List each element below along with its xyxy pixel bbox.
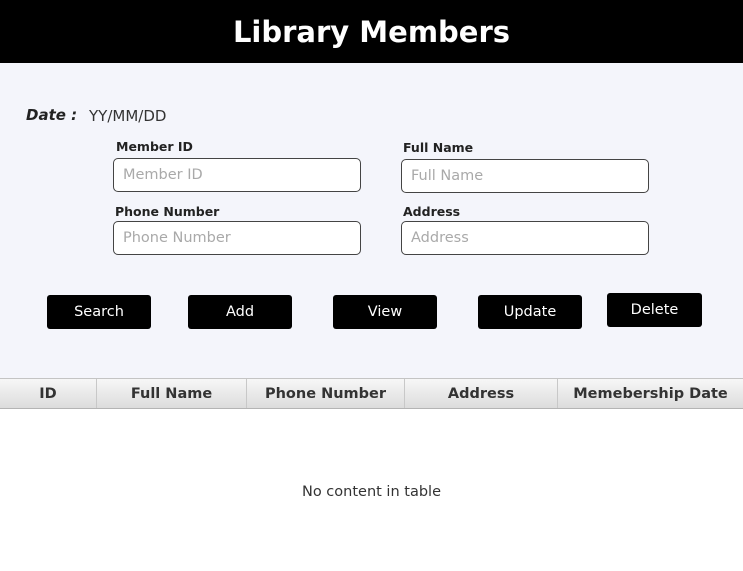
column-header-membership-date[interactable]: Memebership Date [558, 379, 743, 408]
empty-table-message: No content in table [301, 484, 441, 500]
app-header: Library Members [0, 0, 743, 63]
full-name-input[interactable] [401, 159, 649, 193]
column-header-address[interactable]: Address [405, 379, 558, 408]
column-header-phone-number[interactable]: Phone Number [247, 379, 405, 408]
date-label: Date : [26, 106, 78, 124]
member-form: Date : YY/MM/DD Member ID Full Name Phon… [0, 63, 743, 378]
member-id-label: Member ID [116, 139, 193, 154]
members-table-body[interactable]: No content in table [0, 409, 743, 571]
column-header-full-name[interactable]: Full Name [97, 379, 247, 408]
address-label: Address [403, 204, 461, 219]
add-button[interactable]: Add [188, 295, 292, 329]
members-table-header: ID Full Name Phone Number Address Memebe… [0, 378, 743, 409]
full-name-label: Full Name [403, 140, 474, 155]
address-input[interactable] [401, 221, 649, 255]
page-title: Library Members [232, 14, 511, 49]
phone-number-input[interactable] [113, 221, 361, 255]
search-button[interactable]: Search [47, 295, 151, 329]
member-id-input[interactable] [113, 158, 361, 192]
phone-number-label: Phone Number [115, 204, 220, 219]
view-button[interactable]: View [333, 295, 437, 329]
column-header-id[interactable]: ID [0, 379, 97, 408]
update-button[interactable]: Update [478, 295, 582, 329]
delete-button[interactable]: Delete [607, 293, 702, 327]
date-value: YY/MM/DD [89, 107, 167, 125]
